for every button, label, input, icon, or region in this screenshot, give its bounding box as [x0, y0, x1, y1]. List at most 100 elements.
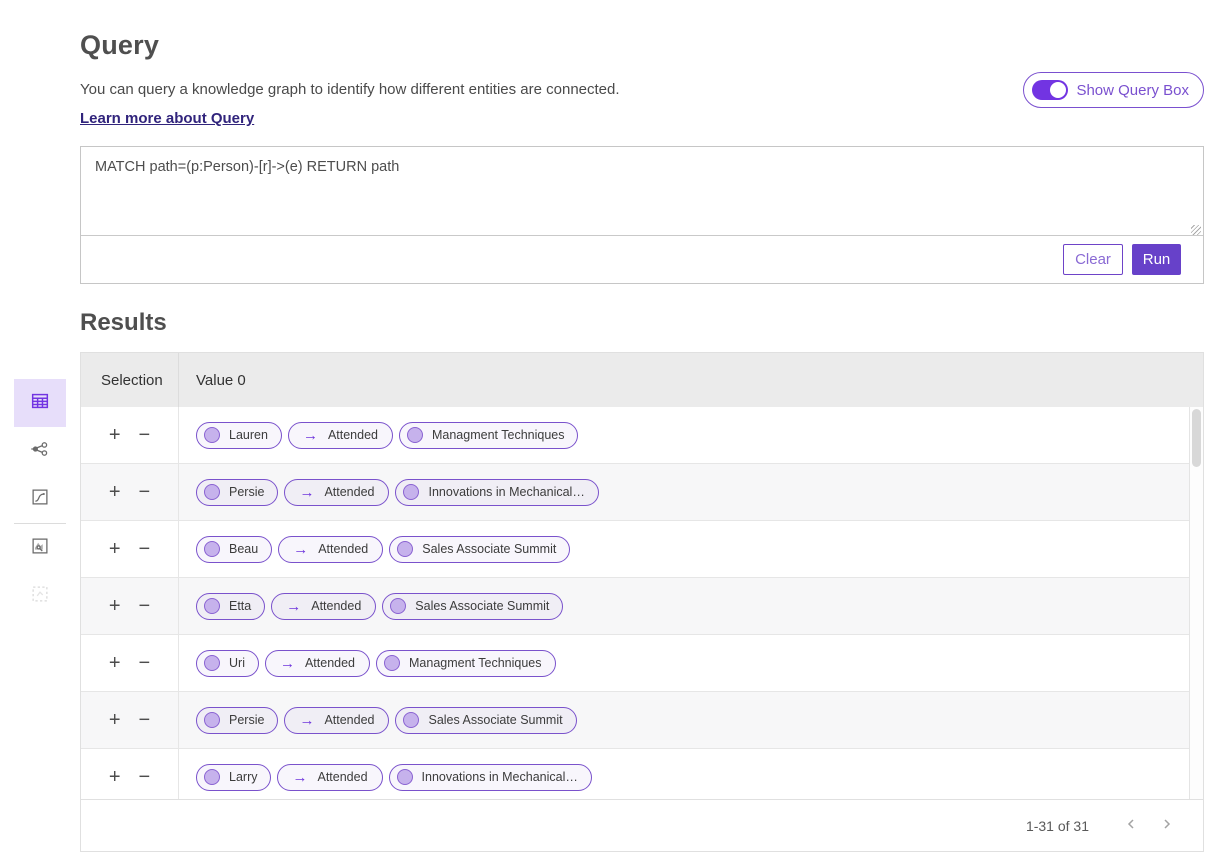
results-table: Selection Value 0 + − Lauren → Attended … — [80, 352, 1204, 852]
remove-from-selection-button[interactable]: − — [137, 482, 153, 502]
row-selection-cell: + − — [81, 749, 178, 801]
entity-node-pill[interactable]: Sales Associate Summit — [395, 707, 576, 734]
entity-node-pill[interactable]: Innovations in Mechanical… — [389, 764, 592, 791]
entity-node-label: Sales Associate Summit — [415, 599, 549, 613]
remove-from-selection-button[interactable]: − — [137, 596, 153, 616]
toggle-switch-icon[interactable] — [1032, 80, 1068, 100]
query-page: Query You can query a knowledge graph to… — [0, 0, 1217, 855]
person-node-label: Beau — [229, 542, 258, 556]
table-row: + − Larry → Attended Innovations in Mech… — [81, 749, 1203, 801]
sidebar-item-graph-view[interactable] — [14, 427, 66, 475]
table-row: + − Beau → Attended Sales Associate Summ… — [81, 521, 1203, 578]
relationship-label: Attended — [305, 656, 355, 670]
remove-from-selection-button[interactable]: − — [137, 710, 153, 730]
add-to-selection-button[interactable]: + — [107, 653, 123, 673]
sidebar-item-chart-view[interactable] — [14, 475, 66, 523]
remove-from-selection-button[interactable]: − — [137, 653, 153, 673]
query-input[interactable]: MATCH path=(p:Person)-[r]->(e) RETURN pa… — [81, 147, 1203, 236]
node-icon — [204, 484, 220, 500]
node-icon — [204, 427, 220, 443]
person-node-pill[interactable]: Etta — [196, 593, 265, 620]
add-to-selection-button[interactable]: + — [107, 425, 123, 445]
learn-more-link[interactable]: Learn more about Query — [80, 110, 254, 127]
relationship-pill[interactable]: → Attended — [265, 650, 370, 677]
person-node-pill[interactable]: Uri — [196, 650, 259, 677]
relationship-label: Attended — [324, 485, 374, 499]
row-value-cell: Lauren → Attended Managment Techniques — [178, 407, 1203, 463]
relationship-pill[interactable]: → Attended — [284, 707, 389, 734]
pagination-next-button[interactable] — [1157, 816, 1177, 836]
person-node-pill[interactable]: Persie — [196, 479, 278, 506]
pagination-prev-button[interactable] — [1121, 816, 1141, 836]
relationship-label: Attended — [328, 428, 378, 442]
node-icon — [390, 598, 406, 614]
table-body: + − Lauren → Attended Managment Techniqu… — [81, 407, 1203, 801]
sidebar-item-map-view[interactable] — [14, 524, 66, 572]
person-node-pill[interactable]: Persie — [196, 707, 278, 734]
relationship-pill[interactable]: → Attended — [271, 593, 376, 620]
layout-view-icon — [29, 583, 51, 610]
entity-node-pill[interactable]: Sales Associate Summit — [389, 536, 570, 563]
row-selection-cell: + − — [81, 521, 178, 577]
page-title: Query — [80, 30, 1204, 61]
table-header: Selection Value 0 — [81, 353, 1203, 407]
node-icon — [204, 541, 220, 557]
row-selection-cell: + − — [81, 692, 178, 748]
person-node-label: Larry — [229, 770, 257, 784]
column-header-selection: Selection — [81, 372, 178, 389]
relationship-pill[interactable]: → Attended — [284, 479, 389, 506]
map-view-icon — [29, 535, 51, 562]
scrollbar-thumb[interactable] — [1192, 409, 1201, 467]
column-header-value: Value 0 — [178, 353, 1203, 407]
node-icon — [204, 712, 220, 728]
relationship-pill[interactable]: → Attended — [278, 536, 383, 563]
person-node-label: Persie — [229, 485, 264, 499]
person-node-pill[interactable]: Beau — [196, 536, 272, 563]
toggle-knob — [1050, 82, 1066, 98]
entity-node-pill[interactable]: Innovations in Mechanical… — [395, 479, 598, 506]
node-icon — [204, 769, 220, 785]
person-node-pill[interactable]: Lauren — [196, 422, 282, 449]
toggle-label: Show Query Box — [1076, 82, 1189, 99]
table-view-icon — [29, 390, 51, 417]
sidebar-item-layout-view — [14, 572, 66, 620]
add-to-selection-button[interactable]: + — [107, 482, 123, 502]
person-node-label: Uri — [229, 656, 245, 670]
entity-node-pill[interactable]: Managment Techniques — [399, 422, 579, 449]
table-footer: 1-31 of 31 — [81, 799, 1203, 851]
remove-from-selection-button[interactable]: − — [137, 425, 153, 445]
node-icon — [384, 655, 400, 671]
pagination-range: 1-31 of 31 — [1026, 818, 1089, 834]
table-scrollbar[interactable] — [1189, 407, 1203, 801]
node-icon — [204, 598, 220, 614]
show-query-box-toggle[interactable]: Show Query Box — [1023, 72, 1204, 108]
add-to-selection-button[interactable]: + — [107, 539, 123, 559]
add-to-selection-button[interactable]: + — [107, 596, 123, 616]
node-icon — [407, 427, 423, 443]
add-to-selection-button[interactable]: + — [107, 767, 123, 787]
relationship-pill[interactable]: → Attended — [288, 422, 393, 449]
remove-from-selection-button[interactable]: − — [137, 767, 153, 787]
add-to-selection-button[interactable]: + — [107, 710, 123, 730]
arrow-right-icon: → — [299, 713, 314, 728]
sidebar-item-table-view[interactable] — [14, 379, 66, 427]
entity-node-label: Sales Associate Summit — [422, 542, 556, 556]
chevron-left-icon — [1125, 818, 1137, 833]
entity-node-pill[interactable]: Sales Associate Summit — [382, 593, 563, 620]
relationship-pill[interactable]: → Attended — [277, 764, 382, 791]
node-icon — [403, 712, 419, 728]
intro-section: You can query a knowledge graph to ident… — [80, 81, 1204, 128]
person-node-label: Etta — [229, 599, 251, 613]
entity-node-label: Innovations in Mechanical… — [422, 770, 578, 784]
results-section: Selection Value 0 + − Lauren → Attended … — [80, 352, 1204, 852]
person-node-pill[interactable]: Larry — [196, 764, 271, 791]
run-button[interactable]: Run — [1132, 244, 1181, 275]
entity-node-label: Innovations in Mechanical… — [428, 485, 584, 499]
table-row: + − Persie → Attended Innovations in Mec… — [81, 464, 1203, 521]
row-value-cell: Uri → Attended Managment Techniques — [178, 635, 1203, 691]
arrow-right-icon: → — [280, 656, 295, 671]
table-row: + − Persie → Attended Sales Associate Su… — [81, 692, 1203, 749]
clear-button[interactable]: Clear — [1063, 244, 1123, 275]
remove-from-selection-button[interactable]: − — [137, 539, 153, 559]
entity-node-pill[interactable]: Managment Techniques — [376, 650, 556, 677]
